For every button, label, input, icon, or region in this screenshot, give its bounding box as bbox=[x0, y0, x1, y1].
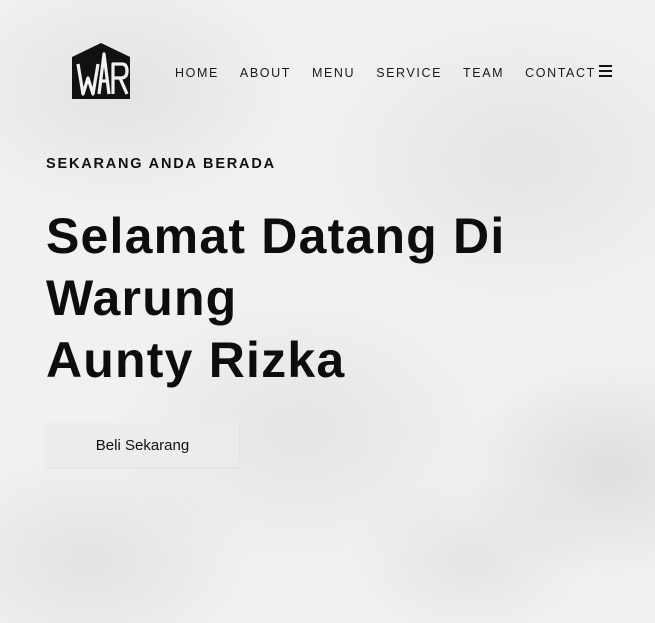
brand-logo[interactable] bbox=[69, 42, 133, 100]
nav-item-contact[interactable]: CONTACT bbox=[525, 66, 596, 80]
hero-title-line: Aunty Rizka bbox=[46, 332, 346, 388]
hamburger-line bbox=[599, 75, 612, 77]
nav-item-about[interactable]: ABOUT bbox=[240, 66, 291, 80]
main-nav: HOME ABOUT MENU SERVICE TEAM CONTACT bbox=[175, 66, 617, 80]
hero-title-line: Selamat Datang Di bbox=[46, 208, 506, 264]
war-monogram-logo-icon bbox=[72, 43, 130, 99]
nav-item-home[interactable]: HOME bbox=[175, 66, 219, 80]
hamburger-icon[interactable] bbox=[599, 65, 613, 77]
hero-title: Selamat Datang Di Warung Aunty Rizka bbox=[46, 205, 505, 391]
hamburger-line bbox=[599, 70, 612, 72]
hero-title-line: Warung bbox=[46, 270, 238, 326]
nav-item-menu[interactable]: MENU bbox=[312, 66, 355, 80]
nav-item-service[interactable]: SERVICE bbox=[376, 66, 442, 80]
hamburger-line bbox=[599, 65, 612, 67]
buy-now-button[interactable]: Beli Sekarang bbox=[46, 423, 239, 467]
nav-item-team[interactable]: TEAM bbox=[463, 66, 504, 80]
hero-eyebrow: SEKARANG ANDA BERADA bbox=[46, 156, 276, 172]
